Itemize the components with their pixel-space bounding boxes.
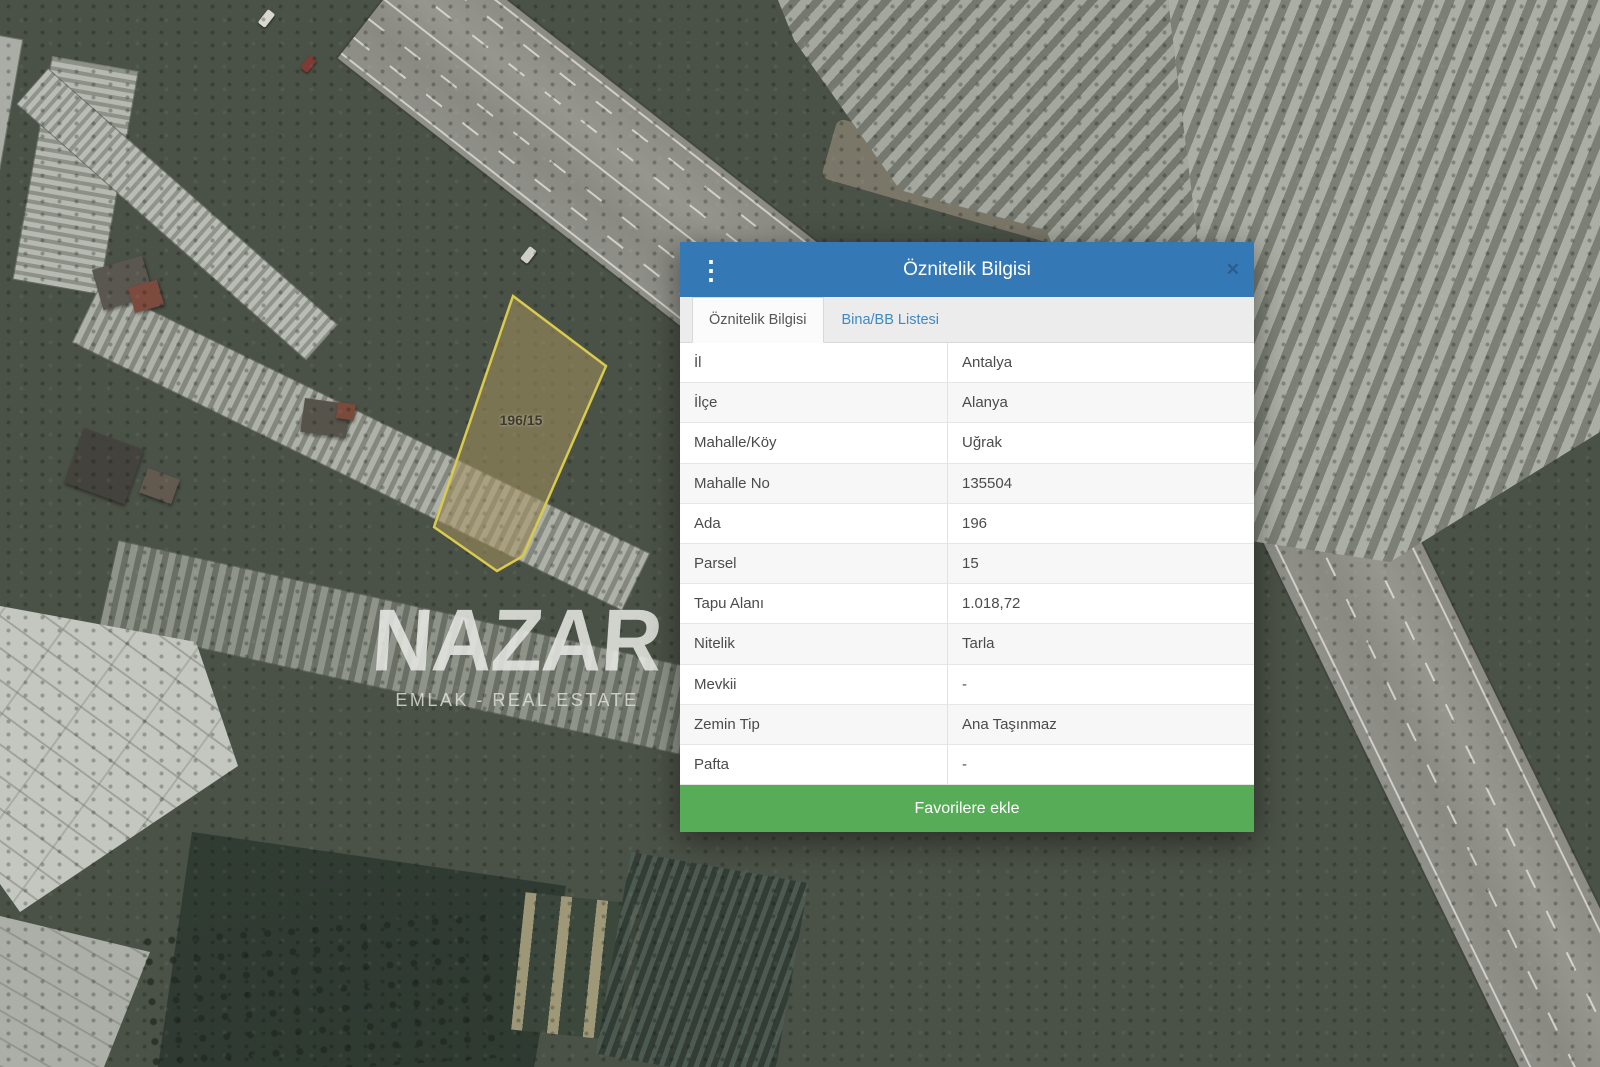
table-row: Pafta - (680, 745, 1254, 785)
table-row: Nitelik Tarla (680, 624, 1254, 664)
row-value: 1.018,72 (948, 584, 1254, 623)
close-icon[interactable]: ✕ (1226, 260, 1240, 280)
table-row: Mevkii - (680, 665, 1254, 705)
parcel-outline[interactable] (434, 296, 606, 571)
row-label: Nitelik (680, 624, 948, 663)
row-label: Zemin Tip (680, 705, 948, 744)
row-value: 196 (948, 504, 1254, 543)
info-dialog: ⋮ Öznitelik Bilgisi ✕ Öznitelik Bilgisi … (680, 242, 1254, 832)
table-row: Tapu Alanı 1.018,72 (680, 584, 1254, 624)
row-label: Tapu Alanı (680, 584, 948, 623)
row-label: Parsel (680, 544, 948, 583)
row-value: 135504 (948, 464, 1254, 503)
row-value: Uğrak (948, 423, 1254, 462)
table-row: İlçe Alanya (680, 383, 1254, 423)
tab-oznitelik-bilgisi[interactable]: Öznitelik Bilgisi (692, 297, 824, 343)
row-label: Mahalle No (680, 464, 948, 503)
row-value: 15 (948, 544, 1254, 583)
row-label: Mevkii (680, 665, 948, 704)
table-row: Mahalle/Köy Uğrak (680, 423, 1254, 463)
table-row: Zemin Tip Ana Taşınmaz (680, 705, 1254, 745)
row-value: - (948, 665, 1254, 704)
parcel-label: 196/15 (486, 412, 556, 428)
row-label: Ada (680, 504, 948, 543)
row-label: Mahalle/Köy (680, 423, 948, 462)
table-row: Mahalle No 135504 (680, 464, 1254, 504)
table-row: İl Antalya (680, 343, 1254, 383)
row-value: - (948, 745, 1254, 784)
add-to-favorites-button[interactable]: Favorilere ekle (680, 785, 1254, 832)
dialog-tab-bar: Öznitelik Bilgisi Bina/BB Listesi (680, 297, 1254, 343)
dialog-header: ⋮ Öznitelik Bilgisi ✕ (680, 242, 1254, 297)
row-label: İlçe (680, 383, 948, 422)
tab-bina-bb-listesi[interactable]: Bina/BB Listesi (824, 297, 958, 342)
row-value: Alanya (948, 383, 1254, 422)
row-value: Ana Taşınmaz (948, 705, 1254, 744)
attribute-table: İl Antalya İlçe Alanya Mahalle/Köy Uğrak… (680, 343, 1254, 785)
row-value: Tarla (948, 624, 1254, 663)
row-value: Antalya (948, 343, 1254, 382)
dialog-title: Öznitelik Bilgisi (903, 259, 1031, 281)
row-label: Pafta (680, 745, 948, 784)
table-row: Ada 196 (680, 504, 1254, 544)
table-row: Parsel 15 (680, 544, 1254, 584)
kebab-menu-icon[interactable]: ⋮ (698, 257, 724, 283)
row-label: İl (680, 343, 948, 382)
